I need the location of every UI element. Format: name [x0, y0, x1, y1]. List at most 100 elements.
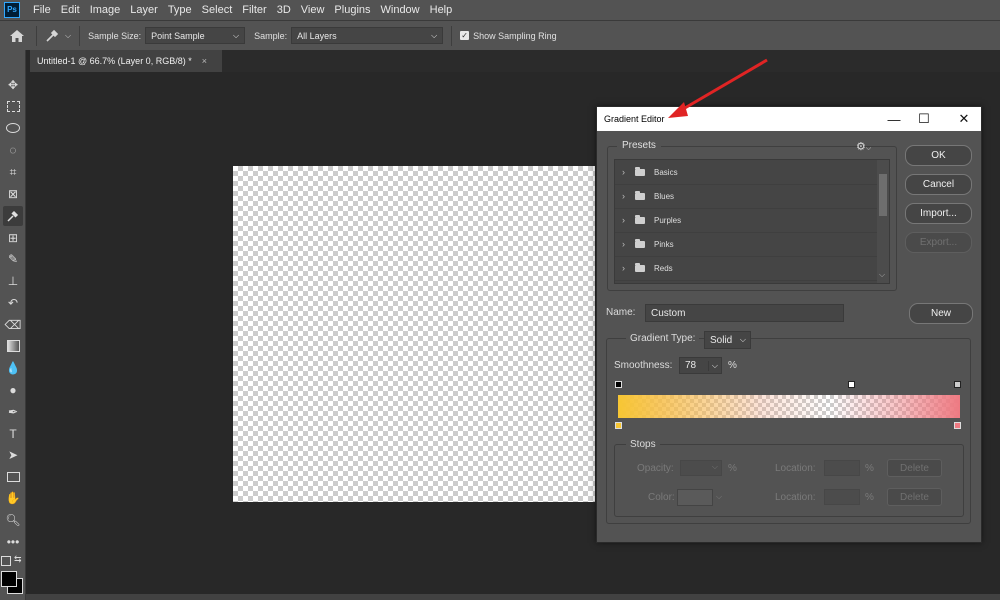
- name-label: Name:: [606, 307, 636, 318]
- sample-size-label: Sample Size:: [88, 30, 142, 41]
- name-input[interactable]: Custom: [645, 304, 844, 322]
- sample-select[interactable]: All Layers ⌵: [291, 27, 444, 44]
- dodge-tool-icon[interactable]: ●: [3, 380, 23, 400]
- menu-filter[interactable]: Filter: [237, 0, 271, 20]
- color-swatch[interactable]: [677, 489, 713, 506]
- color-label: Color:: [648, 492, 675, 503]
- menu-plugins[interactable]: Plugins: [329, 0, 375, 20]
- color-location-input[interactable]: [824, 489, 860, 505]
- scroll-down-icon[interactable]: ⌵: [879, 270, 885, 280]
- import-button[interactable]: Import...: [905, 203, 972, 224]
- presets-scrollbar[interactable]: ⌵: [877, 160, 889, 283]
- opacity-location-input[interactable]: [824, 460, 860, 476]
- pen-tool-icon[interactable]: ✒: [3, 402, 23, 422]
- history-brush-icon[interactable]: ↶: [3, 293, 23, 313]
- smoothness-input[interactable]: 78 ⌵: [679, 357, 722, 374]
- frame-tool-icon[interactable]: ⊠: [3, 184, 23, 204]
- opacity-stop-midpoint[interactable]: [848, 381, 855, 388]
- smoothness-percent: %: [728, 360, 737, 371]
- show-sampling-ring-checkbox[interactable]: ✓: [460, 31, 470, 40]
- ok-button[interactable]: OK: [905, 145, 972, 166]
- folder-icon: [635, 238, 645, 248]
- maximize-icon[interactable]: ☐: [909, 107, 939, 131]
- opacity-location-label: Location:: [775, 463, 816, 474]
- menu-image[interactable]: Image: [85, 0, 126, 20]
- gear-icon[interactable]: ⚙⌵: [856, 140, 871, 153]
- move-tool-icon[interactable]: ✥: [3, 75, 23, 95]
- preset-folder-purples[interactable]: › Purples: [615, 208, 877, 233]
- marquee-tool-icon[interactable]: [3, 96, 23, 116]
- eyedropper-preset-icon[interactable]: ⌵: [45, 29, 71, 43]
- quick-selection-icon[interactable]: ◌: [3, 140, 23, 160]
- eraser-tool-icon[interactable]: ⌫: [3, 315, 23, 335]
- menu-help[interactable]: Help: [425, 0, 458, 20]
- gradient-tool-icon[interactable]: [3, 336, 23, 356]
- rectangle-tool-icon[interactable]: [3, 467, 23, 487]
- foreground-color-swatch[interactable]: [1, 571, 17, 587]
- chevron-right-icon: ›: [622, 215, 625, 225]
- chevron-down-icon: ⌵: [431, 30, 438, 40]
- menu-edit[interactable]: Edit: [56, 0, 85, 20]
- minimize-icon[interactable]: —: [879, 107, 909, 131]
- gradient-preview-bar[interactable]: [618, 395, 960, 418]
- close-icon[interactable]: ✕: [949, 107, 979, 131]
- blur-tool-icon[interactable]: 💧: [3, 358, 23, 378]
- chevron-down-icon: ⌵: [707, 360, 718, 371]
- delete-color-stop-button[interactable]: Delete: [887, 488, 942, 506]
- document-tab-title: Untitled-1 @ 66.7% (Layer 0, RGB/8) *: [37, 56, 192, 66]
- clone-stamp-icon[interactable]: ⊥: [3, 271, 23, 291]
- home-icon[interactable]: [6, 29, 28, 42]
- menu-layer[interactable]: Layer: [125, 0, 163, 20]
- preset-folder-blues[interactable]: › Blues: [615, 184, 877, 209]
- sample-size-select[interactable]: Point Sample ⌵: [145, 27, 246, 44]
- preset-folder-label: Reds: [654, 263, 673, 273]
- gradient-type-value: Solid: [710, 334, 733, 346]
- path-selection-icon[interactable]: ➤: [3, 445, 23, 465]
- options-bar: ⌵ Sample Size: Point Sample ⌵ Sample: Al…: [0, 20, 1000, 50]
- default-colors-icon[interactable]: [1, 556, 11, 566]
- menu-select[interactable]: Select: [197, 0, 238, 20]
- swap-colors-icon[interactable]: ⇆: [14, 554, 22, 565]
- preset-folder-reds[interactable]: › Reds: [615, 256, 877, 281]
- type-tool-icon[interactable]: T: [3, 424, 23, 444]
- status-bar: [26, 594, 1000, 600]
- delete-opacity-stop-button[interactable]: Delete: [887, 459, 942, 477]
- color-stop-left[interactable]: [615, 422, 622, 429]
- menu-type[interactable]: Type: [163, 0, 197, 20]
- color-stop-right[interactable]: [954, 422, 961, 429]
- new-button[interactable]: New: [909, 303, 973, 324]
- crop-tool-icon[interactable]: ⌗: [3, 162, 23, 182]
- annotation-arrow-icon: [668, 58, 768, 118]
- menu-view[interactable]: View: [296, 0, 330, 20]
- menu-file[interactable]: File: [28, 0, 56, 20]
- presets-list[interactable]: › Basics › Blues › Purples › Pinks › Red…: [614, 159, 890, 284]
- opacity-input[interactable]: ⌵: [680, 460, 722, 476]
- gradient-type-select[interactable]: Solid ⌵: [704, 331, 751, 349]
- scrollbar-thumb[interactable]: [879, 174, 887, 216]
- chevron-right-icon: ›: [622, 191, 625, 201]
- stops-label: Stops: [626, 439, 660, 450]
- close-tab-icon[interactable]: ×: [202, 56, 207, 66]
- preset-folder-pinks[interactable]: › Pinks: [615, 232, 877, 257]
- opacity-stop-right[interactable]: [954, 381, 961, 388]
- export-button[interactable]: Export...: [905, 232, 972, 253]
- chevron-down-icon: ⌵: [65, 30, 72, 40]
- document-tab[interactable]: Untitled-1 @ 66.7% (Layer 0, RGB/8) * ×: [30, 50, 222, 72]
- menu-3d[interactable]: 3D: [272, 0, 296, 20]
- hand-tool-icon[interactable]: ✋: [3, 488, 23, 508]
- sample-size-value: Point Sample: [151, 30, 205, 41]
- healing-brush-icon[interactable]: ⊞: [3, 228, 23, 248]
- chevron-right-icon: ›: [622, 263, 625, 273]
- chevron-down-icon[interactable]: ⌵: [716, 492, 722, 502]
- menu-bar: Ps File Edit Image Layer Type Select Fil…: [0, 0, 1000, 20]
- more-tools-icon[interactable]: •••: [3, 532, 23, 552]
- opacity-stop-left[interactable]: [615, 381, 622, 388]
- eyedropper-tool-icon[interactable]: [3, 206, 23, 226]
- brush-tool-icon[interactable]: ✎: [3, 249, 23, 269]
- document-canvas[interactable]: [233, 166, 595, 502]
- menu-window[interactable]: Window: [376, 0, 425, 20]
- cancel-button[interactable]: Cancel: [905, 174, 972, 195]
- preset-folder-basics[interactable]: › Basics: [615, 160, 877, 185]
- zoom-tool-icon[interactable]: 🔍︎: [3, 510, 23, 530]
- lasso-tool-icon[interactable]: [3, 118, 23, 138]
